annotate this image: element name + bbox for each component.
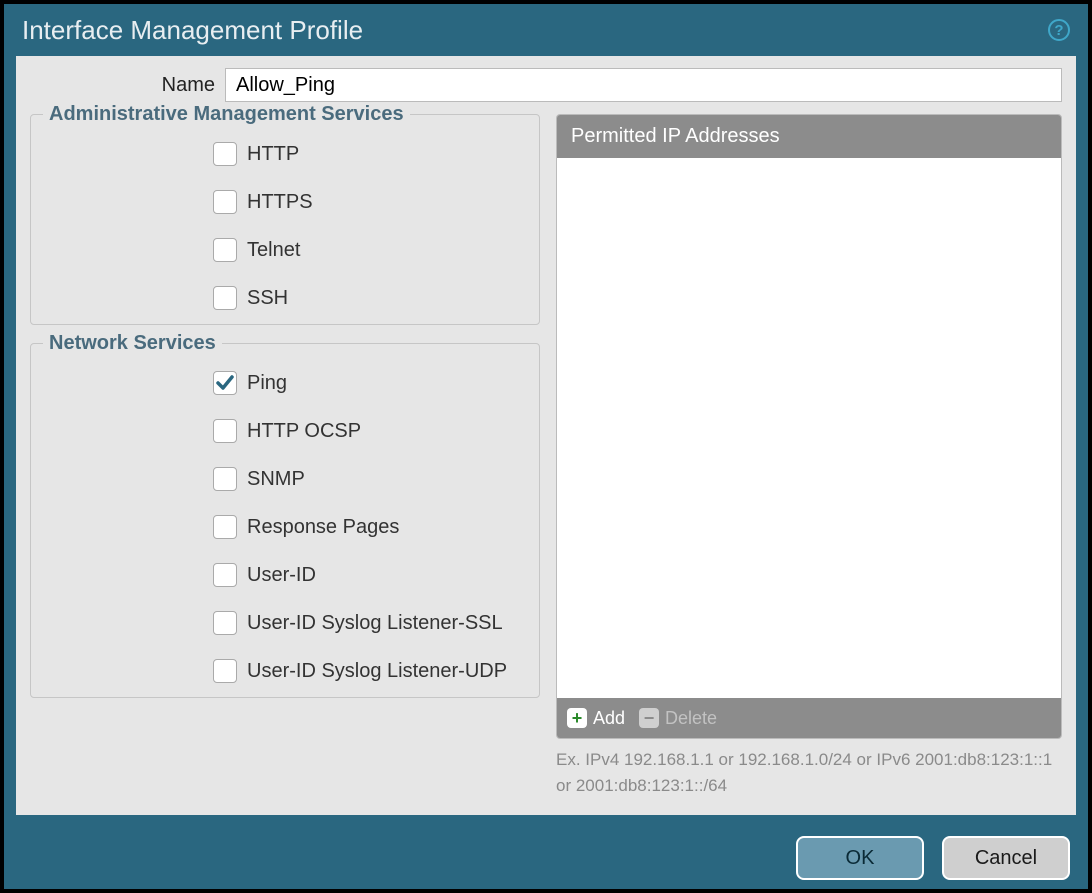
network-service-label: Ping [247, 372, 287, 395]
admin-service-row: HTTPS [213, 190, 527, 214]
name-row: Name [30, 68, 1062, 102]
admin-service-label: Telnet [247, 239, 300, 262]
network-service-row: HTTP OCSP [213, 419, 527, 443]
add-button-label: Add [593, 708, 625, 729]
network-service-checkbox[interactable] [213, 467, 237, 491]
cancel-button[interactable]: Cancel [942, 836, 1070, 880]
network-services-list: Ping HTTP OCSP SNMP Response Pages User-ID Us… [43, 371, 527, 683]
admin-service-checkbox[interactable] [213, 286, 237, 310]
button-bar: OK Cancel [4, 827, 1088, 889]
admin-service-label: HTTP [247, 143, 299, 166]
network-service-checkbox[interactable] [213, 563, 237, 587]
permitted-ip-toolbar: + Add − Delete [557, 698, 1061, 738]
network-service-checkbox[interactable] [213, 611, 237, 635]
admin-service-checkbox[interactable] [213, 238, 237, 262]
network-service-label: Response Pages [247, 516, 399, 539]
admin-service-row: HTTP [213, 142, 527, 166]
admin-service-label: HTTPS [247, 191, 313, 214]
network-service-row: User-ID Syslog Listener-SSL [213, 611, 527, 635]
permitted-ip-panel: Permitted IP Addresses + Add − Delete [556, 114, 1062, 739]
network-service-label: HTTP OCSP [247, 420, 361, 443]
permitted-ip-header: Permitted IP Addresses [557, 115, 1061, 158]
admin-service-label: SSH [247, 287, 288, 310]
network-service-label: User-ID Syslog Listener-SSL [247, 612, 503, 635]
permitted-ip-body[interactable] [557, 158, 1061, 698]
network-service-row: User-ID Syslog Listener-UDP [213, 659, 527, 683]
network-service-checkbox[interactable] [213, 371, 237, 395]
dialog-title: Interface Management Profile [22, 15, 363, 46]
delete-button-label: Delete [665, 708, 717, 729]
network-service-label: SNMP [247, 468, 305, 491]
network-service-checkbox[interactable] [213, 659, 237, 683]
name-input[interactable] [225, 68, 1062, 102]
right-column: Permitted IP Addresses + Add − Delete Ex… [556, 114, 1062, 801]
network-service-row: Ping [213, 371, 527, 395]
admin-service-checkbox[interactable] [213, 142, 237, 166]
left-column: Administrative Management Services HTTPH… [30, 114, 540, 801]
ok-button[interactable]: OK [796, 836, 924, 880]
titlebar: Interface Management Profile ? [4, 4, 1088, 56]
admin-service-checkbox[interactable] [213, 190, 237, 214]
add-button[interactable]: + Add [567, 708, 625, 729]
admin-services-fieldset: Administrative Management Services HTTPH… [30, 114, 540, 325]
network-service-row: Response Pages [213, 515, 527, 539]
permitted-ip-hint: Ex. IPv4 192.168.1.1 or 192.168.1.0/24 o… [556, 747, 1062, 798]
admin-services-legend: Administrative Management Services [43, 103, 410, 126]
network-service-label: User-ID Syslog Listener-UDP [247, 660, 507, 683]
dialog-content: Name Administrative Management Services … [16, 56, 1076, 815]
network-services-legend: Network Services [43, 332, 222, 355]
help-icon[interactable]: ? [1048, 19, 1070, 41]
name-label: Name [30, 74, 215, 97]
delete-button: − Delete [639, 708, 717, 729]
admin-services-list: HTTP HTTPS Telnet SSH [43, 142, 527, 310]
network-service-label: User-ID [247, 564, 316, 587]
network-services-fieldset: Network Services PingHTTP OCSPSNMPRespon… [30, 343, 540, 698]
network-service-checkbox[interactable] [213, 515, 237, 539]
two-column-area: Administrative Management Services HTTPH… [30, 114, 1062, 801]
minus-icon: − [639, 708, 659, 728]
network-service-row: User-ID [213, 563, 527, 587]
network-service-row: SNMP [213, 467, 527, 491]
network-service-checkbox[interactable] [213, 419, 237, 443]
plus-icon: + [567, 708, 587, 728]
admin-service-row: Telnet [213, 238, 527, 262]
dialog-window: Interface Management Profile ? Name Admi… [4, 4, 1088, 889]
admin-service-row: SSH [213, 286, 527, 310]
